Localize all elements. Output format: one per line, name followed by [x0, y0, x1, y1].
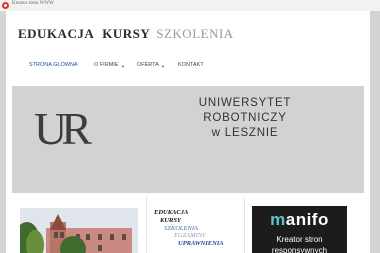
keyword-szkolenia: SZKOLENIA: [164, 224, 198, 232]
site-logo-icon: [2, 2, 9, 9]
keyword-uprawnienia: UPRAWNIENIA: [178, 240, 224, 248]
keyword-edukacja: EDUKACJA: [154, 209, 189, 216]
ad-line-2: responsywnych: [271, 246, 328, 253]
university-name: UNIWERSYTET ROBOTNICZY w LESZNIE: [160, 96, 330, 141]
ur-logo: UR: [34, 103, 92, 154]
chevron-down-icon: ▼: [161, 64, 165, 69]
site-title-word-3: SZKOLENIA: [156, 26, 234, 41]
hero-banner: UR UNIWERSYTET ROBOTNICZY w LESZNIE: [12, 86, 364, 193]
ad-line-1: Kreator stron: [276, 235, 323, 244]
nav-item-home[interactable]: STRONA GŁÓWNA: [29, 62, 78, 68]
site-title-word-1: EDUKACJA: [18, 26, 95, 41]
browser-bar-label: Kreator stron WWW: [12, 1, 54, 6]
chevron-down-icon: ▼: [121, 64, 125, 69]
keyword-list: EDUKACJA KURSY SZKOLENIA EGZAMINY UPRAWN…: [154, 209, 244, 248]
site-title[interactable]: EDUKACJA KURSY SZKOLENIA: [18, 26, 234, 42]
nav-item-oferta[interactable]: OFERTA: [137, 62, 159, 68]
nav-item-kontakt[interactable]: KONTAKT: [178, 62, 204, 68]
university-name-line-2: w LESZNIE: [211, 126, 279, 139]
building-photo: [20, 208, 138, 253]
manifo-ad[interactable]: manifo Kreator stron responsywnych: [252, 206, 347, 253]
page: EDUKACJA KURSY SZKOLENIA STRONA GŁÓWNA O F…: [6, 11, 370, 253]
column-divider: [244, 197, 245, 253]
keyword-kursy: KURSY: [160, 216, 181, 224]
keyword-egzaminy: EGZAMINY: [174, 232, 206, 240]
page-margin: [370, 11, 380, 253]
site-title-word-2: KURSY: [102, 26, 151, 41]
column-divider: [146, 197, 147, 253]
manifo-logo: manifo: [270, 210, 329, 229]
university-name-line-1: UNIWERSYTET ROBOTNICZY: [198, 97, 292, 124]
nav-item-o-firmie[interactable]: O FIRMIE: [94, 62, 118, 68]
main-nav: STRONA GŁÓWNA O FIRMIE ▼ OFERTA ▼ KONTAK…: [6, 53, 370, 83]
